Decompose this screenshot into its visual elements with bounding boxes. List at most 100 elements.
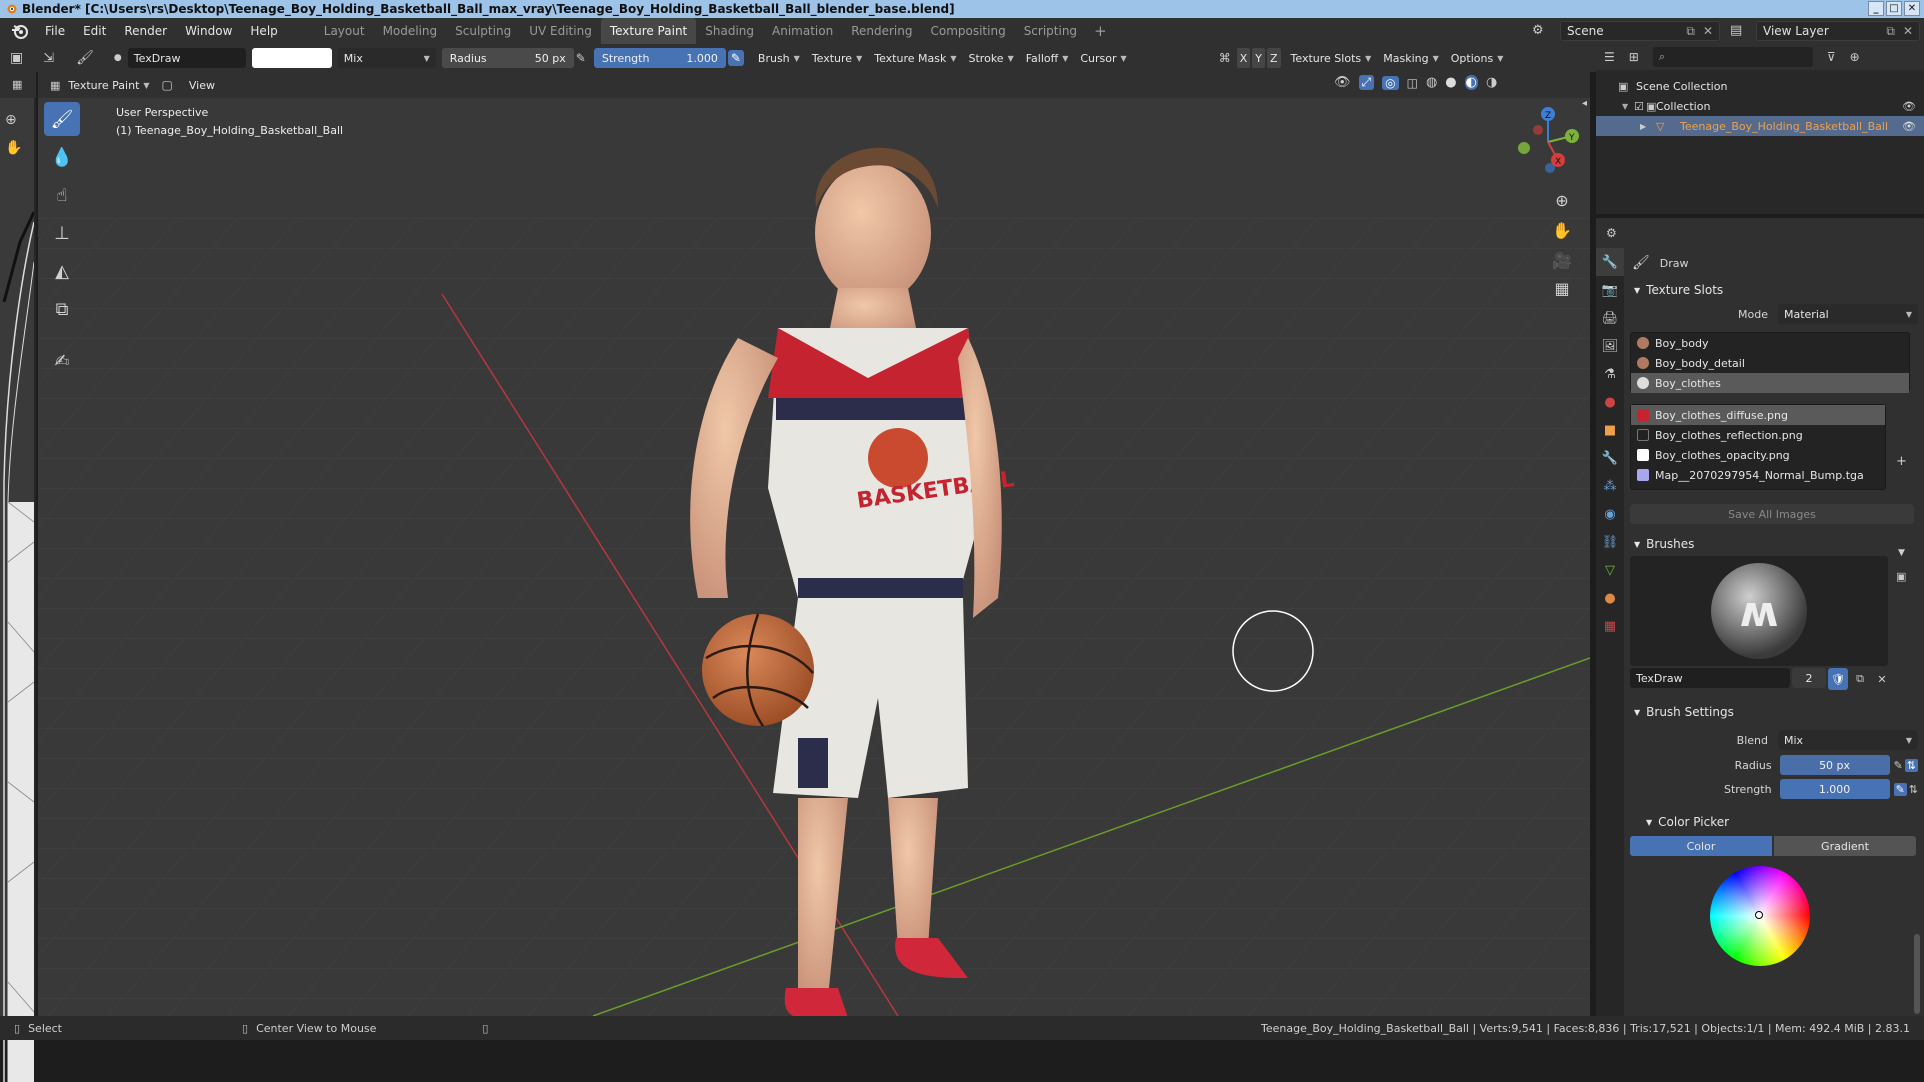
menu-edit[interactable]: Edit bbox=[74, 18, 115, 44]
falloff-menu[interactable]: Falloff ▼ bbox=[1020, 48, 1075, 68]
hand-icon[interactable]: ✋ bbox=[1548, 216, 1576, 244]
wireframe-shading-icon[interactable]: ◍ bbox=[1426, 75, 1437, 90]
brush-preview-box[interactable]: ʍ bbox=[1630, 556, 1888, 666]
material-slot-boy-body-detail[interactable]: Boy_body_detail bbox=[1631, 353, 1909, 373]
texture-menu[interactable]: Texture ▼ bbox=[806, 48, 868, 68]
brush-custom-icon[interactable]: ▣ bbox=[1896, 570, 1906, 583]
brush-list-toggle-icon[interactable]: ▼ bbox=[1898, 548, 1905, 558]
radius-slider[interactable]: Radius 50 px bbox=[441, 48, 574, 68]
tab-rendering[interactable]: Rendering bbox=[842, 18, 921, 44]
properties-scrollbar[interactable] bbox=[1914, 934, 1920, 1014]
blend-dropdown-props[interactable]: Mix ▼ bbox=[1778, 730, 1918, 750]
tab-scripting[interactable]: Scripting bbox=[1015, 18, 1086, 44]
mode-dropdown-props[interactable]: Material ▼ bbox=[1778, 304, 1918, 324]
duplicate-brush-icon[interactable]: ⧉ bbox=[1850, 668, 1870, 690]
tab-compositing[interactable]: Compositing bbox=[921, 18, 1014, 44]
expand-icon[interactable]: ▶ bbox=[1640, 122, 1646, 131]
navigation-gizmo[interactable]: Z Y X bbox=[1498, 104, 1590, 184]
xray-icon[interactable]: ◫ bbox=[1407, 76, 1418, 90]
object-eye-icon[interactable]: 👁 bbox=[1902, 120, 1916, 133]
menu-window[interactable]: Window bbox=[176, 18, 241, 44]
world-tab-icon[interactable]: ● bbox=[1596, 388, 1624, 416]
object-row[interactable]: ▶ ▽ Teenage_Boy_Holding_Basketball_Ball … bbox=[1596, 116, 1924, 136]
texture-slots-menu[interactable]: Texture Slots ▼ bbox=[1285, 48, 1378, 68]
remove-scene-icon[interactable]: ✕ bbox=[1703, 24, 1713, 38]
mirror-y-toggle[interactable]: Y bbox=[1252, 48, 1265, 68]
collection-eye-icon[interactable]: 👁 bbox=[1902, 100, 1916, 113]
scene-icon[interactable]: ⚙ bbox=[1532, 23, 1544, 38]
radius-slider-props[interactable]: 50 px bbox=[1779, 755, 1890, 775]
view-menu[interactable]: View bbox=[183, 75, 221, 95]
clone-tool[interactable]: ⊥ bbox=[44, 216, 80, 250]
color-wheel[interactable] bbox=[1710, 866, 1810, 966]
tool-tab-icon[interactable]: 🔧 bbox=[1596, 248, 1624, 276]
tab-uv-editing[interactable]: UV Editing bbox=[520, 18, 601, 44]
image-slot-normal[interactable]: Map__2070297954_Normal_Bump.tga bbox=[1631, 465, 1885, 485]
gizmo-toggle-icon[interactable]: ⤢ bbox=[1358, 75, 1375, 90]
image-slot-opacity[interactable]: Boy_clothes_opacity.png bbox=[1631, 445, 1885, 465]
minimize-button[interactable]: _ bbox=[1868, 1, 1884, 16]
collection-row[interactable]: ▼ ☑ ▣ Collection 👁 bbox=[1596, 96, 1924, 116]
brush-color-swatch[interactable] bbox=[251, 48, 332, 68]
menu-render[interactable]: Render bbox=[115, 18, 176, 44]
strength-slider-props[interactable]: 1.000 bbox=[1779, 779, 1890, 799]
sidebar-toggle-icon[interactable]: ◂ bbox=[1582, 98, 1587, 109]
outliner-search-input[interactable]: ⌕ bbox=[1652, 47, 1813, 67]
brushes-panel-header[interactable]: ▼ Brushes bbox=[1626, 532, 1922, 556]
output-tab-icon[interactable]: 🖨 bbox=[1596, 304, 1624, 332]
menu-file[interactable]: File bbox=[36, 18, 74, 44]
uv-zoom-icon[interactable]: ⊕ bbox=[5, 112, 17, 128]
overlay-toggle-icon[interactable]: ◎ bbox=[1382, 75, 1399, 90]
strength-unit-icon[interactable]: ⇅ bbox=[1909, 783, 1918, 796]
menu-help[interactable]: Help bbox=[241, 18, 286, 44]
blender-menu-icon[interactable] bbox=[10, 21, 30, 41]
draw-tool[interactable]: 🖌 bbox=[44, 102, 80, 136]
modifier-tab-icon[interactable]: 🔧 bbox=[1596, 444, 1624, 472]
new-collection-icon[interactable]: ⊕ bbox=[1850, 50, 1860, 64]
scene-tab-icon[interactable]: ⚗ bbox=[1596, 360, 1624, 388]
tool-select-icon[interactable]: ⇲ bbox=[43, 51, 54, 66]
editor-type-icon[interactable]: ▣ bbox=[10, 50, 23, 66]
scene-selector[interactable]: Scene ⧉ ✕ bbox=[1560, 21, 1720, 41]
brush-menu[interactable]: Brush ▼ bbox=[752, 48, 806, 68]
add-texture-slot-icon[interactable]: + bbox=[1896, 454, 1907, 469]
uv-hand-icon[interactable]: ✋ bbox=[5, 140, 22, 156]
material-slot-boy-clothes[interactable]: Boy_clothes bbox=[1631, 373, 1909, 393]
collapse-icon[interactable]: ▼ bbox=[1622, 102, 1628, 111]
physics-tab-icon[interactable]: ◉ bbox=[1596, 500, 1624, 528]
texture-mask-menu[interactable]: Texture Mask ▼ bbox=[868, 48, 962, 68]
uv-mode-icon[interactable]: ▦ bbox=[12, 78, 22, 91]
material-tab-icon[interactable]: ● bbox=[1596, 584, 1624, 612]
brush-settings-panel-header[interactable]: ▼ Brush Settings bbox=[1626, 700, 1922, 724]
close-window-button[interactable]: ✕ bbox=[1904, 1, 1920, 16]
strength-pressure-icon[interactable]: ✎ bbox=[727, 50, 744, 66]
color-tab[interactable]: Color bbox=[1630, 836, 1772, 856]
camera-icon[interactable]: 🎥 bbox=[1548, 246, 1576, 274]
mask-tool[interactable]: ⧉ bbox=[44, 292, 80, 326]
brush-name-input[interactable]: TexDraw bbox=[1630, 668, 1790, 688]
maximize-button[interactable]: □ bbox=[1886, 1, 1902, 16]
filter-icon[interactable]: ⊽ bbox=[1827, 50, 1836, 64]
brush-name-field[interactable]: TexDraw bbox=[127, 48, 246, 68]
stroke-menu[interactable]: Stroke ▼ bbox=[963, 48, 1020, 68]
brush-preview-icon[interactable]: ● bbox=[114, 53, 122, 63]
view-layer-tab-icon[interactable]: 🖼 bbox=[1596, 332, 1624, 360]
blend-mode-dropdown[interactable]: Mix ▼ bbox=[337, 48, 436, 68]
color-picker-panel-header[interactable]: ▼ Color Picker bbox=[1626, 810, 1922, 834]
zoom-icon[interactable]: ⊕ bbox=[1548, 186, 1576, 214]
outliner-editor-icon[interactable]: ☰ bbox=[1604, 50, 1615, 64]
soften-tool[interactable]: 💧 bbox=[44, 140, 80, 174]
fake-user-icon[interactable]: 🛡 bbox=[1828, 668, 1848, 690]
solid-shading-icon[interactable]: ● bbox=[1445, 75, 1456, 90]
symmetry-icon[interactable]: ⌘ bbox=[1219, 51, 1231, 65]
display-mode-icon[interactable]: ⊞ bbox=[1629, 50, 1639, 64]
constraints-tab-icon[interactable]: ⛓ bbox=[1596, 528, 1624, 556]
gradient-tab[interactable]: Gradient bbox=[1774, 836, 1916, 856]
mirror-z-toggle[interactable]: Z bbox=[1266, 48, 1281, 68]
image-slot-diffuse[interactable]: Boy_clothes_diffuse.png bbox=[1631, 405, 1885, 425]
radius-pressure-icon[interactable]: ✎ bbox=[576, 51, 586, 65]
tab-layout[interactable]: Layout bbox=[315, 18, 374, 44]
tab-modeling[interactable]: Modeling bbox=[374, 18, 447, 44]
rendered-shading-icon[interactable]: ◑ bbox=[1486, 75, 1497, 90]
data-tab-icon[interactable]: ▽ bbox=[1596, 556, 1624, 584]
